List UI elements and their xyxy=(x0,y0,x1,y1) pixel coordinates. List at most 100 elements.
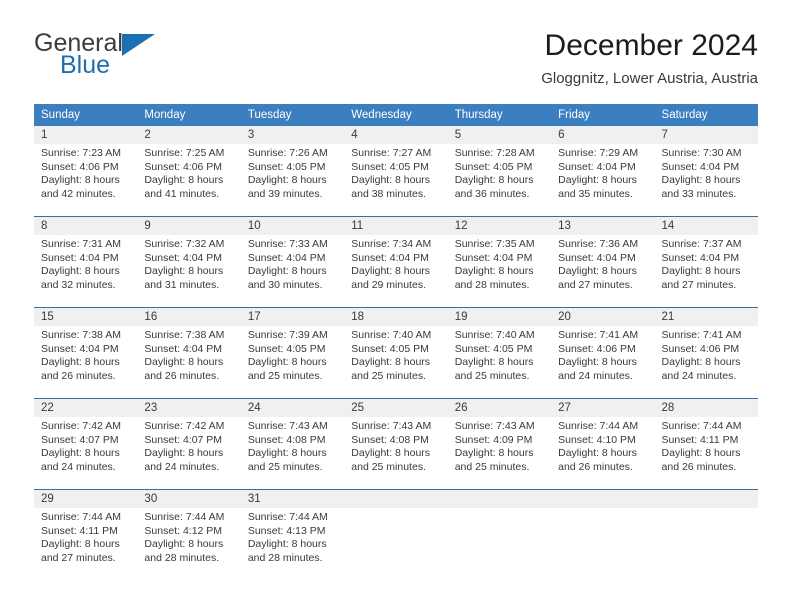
day-cell-25[interactable]: Sunrise: 7:43 AM Sunset: 4:08 PM Daylight:… xyxy=(344,417,447,475)
day-cell-28[interactable]: Sunrise: 7:44 AM Sunset: 4:11 PM Daylight:… xyxy=(655,417,758,475)
day-cell-empty xyxy=(655,508,758,566)
day-number-17[interactable]: 17 xyxy=(241,308,344,326)
day-info-line: Sunrise: 7:23 AM xyxy=(41,147,121,159)
day-info-line: and 28 minutes. xyxy=(247,551,323,564)
day-info-line: Sunrise: 7:37 AM xyxy=(661,238,742,250)
day-cell-19[interactable]: Sunrise: 7:40 AM Sunset: 4:05 PM Daylight:… xyxy=(448,326,551,384)
day-number-row: 15 16 17 18 19 20 21 xyxy=(34,308,758,326)
day-number-1[interactable]: 1 xyxy=(34,126,137,144)
day-number-6[interactable]: 6 xyxy=(551,126,654,144)
day-info-line: Daylight: 8 hours xyxy=(351,356,431,368)
day-number-31[interactable]: 31 xyxy=(241,490,344,508)
day-info-line: Sunrise: 7:31 AM xyxy=(41,238,121,250)
day-cell-7[interactable]: Sunrise: 7:30 AM Sunset: 4:04 PM Daylight:… xyxy=(655,144,758,202)
general-blue-logo: General Blue xyxy=(34,30,214,86)
day-cell-17[interactable]: Sunrise: 7:39 AM Sunset: 4:05 PM Daylight:… xyxy=(241,326,344,384)
day-cell-2[interactable]: Sunrise: 7:25 AM Sunset: 4:06 PM Daylight:… xyxy=(137,144,240,202)
day-info-line: Sunrise: 7:28 AM xyxy=(454,147,535,159)
day-cell-21[interactable]: Sunrise: 7:41 AM Sunset: 4:06 PM Daylight:… xyxy=(655,326,758,384)
day-number-8[interactable]: 8 xyxy=(34,217,137,235)
day-number-27[interactable]: 27 xyxy=(551,399,654,417)
day-cell-13[interactable]: Sunrise: 7:36 AM Sunset: 4:04 PM Daylight:… xyxy=(551,235,654,293)
day-number-4[interactable]: 4 xyxy=(344,126,447,144)
day-info-line: Daylight: 8 hours xyxy=(41,265,120,277)
day-cell-empty xyxy=(344,508,447,566)
weekday-header-friday: Friday xyxy=(558,109,591,121)
day-cell-24[interactable]: Sunrise: 7:43 AM Sunset: 4:08 PM Daylight:… xyxy=(241,417,344,475)
day-info-line: and 27 minutes. xyxy=(41,551,116,564)
day-number-26[interactable]: 26 xyxy=(448,399,551,417)
day-number-25[interactable]: 25 xyxy=(344,399,447,417)
day-cell-10[interactable]: Sunrise: 7:33 AM Sunset: 4:04 PM Daylight:… xyxy=(241,235,344,293)
day-number-21[interactable]: 21 xyxy=(655,308,758,326)
week-spacer xyxy=(34,475,758,489)
day-cell-3[interactable]: Sunrise: 7:26 AM Sunset: 4:05 PM Daylight:… xyxy=(241,144,344,202)
day-info-line: and 31 minutes. xyxy=(144,278,220,291)
day-cell-empty xyxy=(448,508,551,566)
day-info-line: Sunrise: 7:43 AM xyxy=(351,420,432,432)
day-cell-20[interactable]: Sunrise: 7:41 AM Sunset: 4:06 PM Daylight:… xyxy=(551,326,654,384)
day-number-2[interactable]: 2 xyxy=(137,126,240,144)
day-cell-9[interactable]: Sunrise: 7:32 AM Sunset: 4:04 PM Daylight:… xyxy=(137,235,240,293)
day-info-line: Sunrise: 7:36 AM xyxy=(558,238,639,250)
weekday-header-wednesday: Wednesday xyxy=(351,109,412,121)
day-info-line: Sunset: 4:04 PM xyxy=(247,251,326,264)
day-number-12[interactable]: 12 xyxy=(448,217,551,235)
day-number-30[interactable]: 30 xyxy=(137,490,240,508)
week-spacer xyxy=(34,293,758,307)
day-detail-row: Sunrise: 7:44 AM Sunset: 4:11 PM Daylight:… xyxy=(34,508,758,566)
day-number-18[interactable]: 18 xyxy=(344,308,447,326)
day-number-7[interactable]: 7 xyxy=(655,126,758,144)
day-info-line: Sunset: 4:06 PM xyxy=(661,342,740,355)
day-cell-23[interactable]: Sunrise: 7:42 AM Sunset: 4:07 PM Daylight:… xyxy=(137,417,240,475)
day-cell-30[interactable]: Sunrise: 7:44 AM Sunset: 4:12 PM Daylight:… xyxy=(137,508,240,566)
day-number-19[interactable]: 19 xyxy=(448,308,551,326)
day-info-line: Sunrise: 7:38 AM xyxy=(41,329,121,341)
day-number-9[interactable]: 9 xyxy=(137,217,240,235)
day-info-line: Daylight: 8 hours xyxy=(454,356,534,368)
day-number-11[interactable]: 11 xyxy=(344,217,447,235)
day-number-empty xyxy=(344,490,447,508)
day-info-line: Sunrise: 7:25 AM xyxy=(144,147,225,159)
day-cell-26[interactable]: Sunrise: 7:43 AM Sunset: 4:09 PM Daylight:… xyxy=(448,417,551,475)
day-info-line: Sunset: 4:04 PM xyxy=(661,160,740,173)
day-cell-empty xyxy=(551,508,654,566)
day-cell-31[interactable]: Sunrise: 7:44 AM Sunset: 4:13 PM Daylight:… xyxy=(241,508,344,566)
day-number-23[interactable]: 23 xyxy=(137,399,240,417)
day-number-28[interactable]: 28 xyxy=(655,399,758,417)
day-cell-8[interactable]: Sunrise: 7:31 AM Sunset: 4:04 PM Daylight:… xyxy=(34,235,137,293)
day-info-line: Daylight: 8 hours xyxy=(41,538,120,550)
day-number-24[interactable]: 24 xyxy=(241,399,344,417)
day-number-5[interactable]: 5 xyxy=(448,126,551,144)
day-info-line: Sunset: 4:05 PM xyxy=(247,342,326,355)
day-cell-5[interactable]: Sunrise: 7:28 AM Sunset: 4:05 PM Daylight:… xyxy=(448,144,551,202)
day-cell-18[interactable]: Sunrise: 7:40 AM Sunset: 4:05 PM Daylight:… xyxy=(344,326,447,384)
day-number-10[interactable]: 10 xyxy=(241,217,344,235)
day-cell-29[interactable]: Sunrise: 7:44 AM Sunset: 4:11 PM Daylight:… xyxy=(34,508,137,566)
day-number-22[interactable]: 22 xyxy=(34,399,137,417)
day-cell-6[interactable]: Sunrise: 7:29 AM Sunset: 4:04 PM Daylight:… xyxy=(551,144,654,202)
day-info-line: and 25 minutes. xyxy=(351,369,426,382)
day-detail-row: Sunrise: 7:42 AM Sunset: 4:07 PM Daylight:… xyxy=(34,417,758,475)
day-number-15[interactable]: 15 xyxy=(34,308,137,326)
day-info-line: Sunset: 4:04 PM xyxy=(661,251,740,264)
day-number-16[interactable]: 16 xyxy=(137,308,240,326)
day-cell-15[interactable]: Sunrise: 7:38 AM Sunset: 4:04 PM Daylight:… xyxy=(34,326,137,384)
day-cell-1[interactable]: Sunrise: 7:23 AM Sunset: 4:06 PM Daylight:… xyxy=(34,144,137,202)
day-number-29[interactable]: 29 xyxy=(34,490,137,508)
day-cell-22[interactable]: Sunrise: 7:42 AM Sunset: 4:07 PM Daylight:… xyxy=(34,417,137,475)
day-cell-16[interactable]: Sunrise: 7:38 AM Sunset: 4:04 PM Daylight:… xyxy=(137,326,240,384)
day-number-14[interactable]: 14 xyxy=(655,217,758,235)
day-info-line: Sunset: 4:11 PM xyxy=(661,433,739,446)
day-cell-4[interactable]: Sunrise: 7:27 AM Sunset: 4:05 PM Daylight:… xyxy=(344,144,447,202)
day-number-13[interactable]: 13 xyxy=(551,217,654,235)
day-info-line: and 33 minutes. xyxy=(661,187,737,200)
day-cell-11[interactable]: Sunrise: 7:34 AM Sunset: 4:04 PM Daylight:… xyxy=(344,235,447,293)
weekday-header-monday: Monday xyxy=(144,109,186,121)
calendar-week-row: 22 23 24 25 26 27 28 Sunrise: 7:42 AM Sunset: 4:… xyxy=(34,398,758,475)
day-number-3[interactable]: 3 xyxy=(241,126,344,144)
day-cell-27[interactable]: Sunrise: 7:44 AM Sunset: 4:10 PM Daylight:… xyxy=(551,417,654,475)
day-cell-14[interactable]: Sunrise: 7:37 AM Sunset: 4:04 PM Daylight:… xyxy=(655,235,758,293)
day-cell-12[interactable]: Sunrise: 7:35 AM Sunset: 4:04 PM Daylight:… xyxy=(448,235,551,293)
day-number-20[interactable]: 20 xyxy=(551,308,654,326)
